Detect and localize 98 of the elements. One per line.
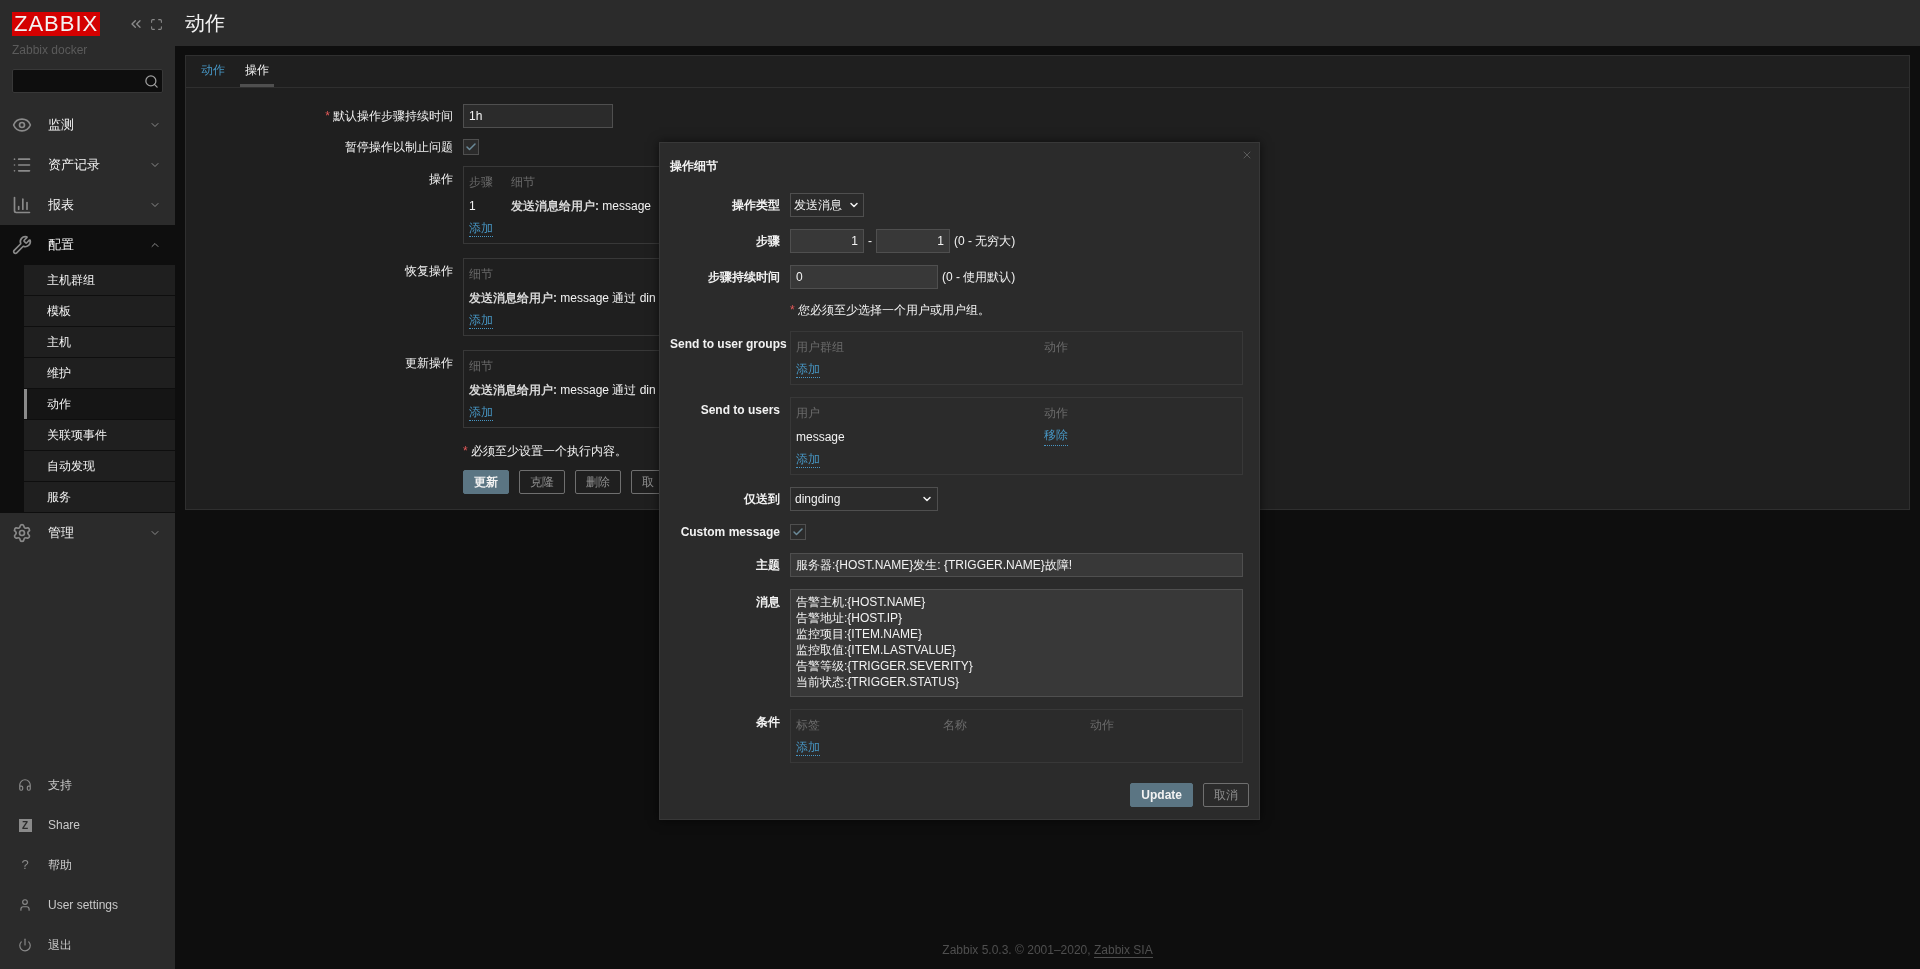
menu-item[interactable]: Z Share xyxy=(0,805,175,845)
field-label: 恢复操作 xyxy=(405,264,453,278)
search-icon[interactable] xyxy=(144,73,159,89)
user-icon xyxy=(18,898,32,912)
field-label: 操作类型 xyxy=(732,198,780,212)
add-link[interactable]: 添加 xyxy=(796,740,820,756)
close-icon[interactable] xyxy=(1241,149,1253,161)
menu-item[interactable]: User settings xyxy=(0,885,175,925)
gear-icon xyxy=(12,523,32,543)
add-link[interactable]: 添加 xyxy=(796,362,820,378)
field-label: 主题 xyxy=(756,558,780,572)
media-type-select[interactable]: dingding xyxy=(790,487,938,511)
secondary-button[interactable]: 删除 xyxy=(575,470,621,494)
checkbox[interactable] xyxy=(790,524,806,540)
column-header: 步骤 xyxy=(469,174,494,191)
field-label: 步骤持续时间 xyxy=(708,270,780,284)
submenu-item[interactable]: 关联项事件 xyxy=(24,420,175,450)
range-separator: - xyxy=(868,233,872,250)
table-cell-text: 发送消息给用户: message xyxy=(511,198,652,215)
field-label: Custom message xyxy=(680,525,780,539)
field-label: 操作 xyxy=(429,172,453,186)
add-link[interactable]: 添加 xyxy=(469,313,493,329)
submenu-item[interactable]: 主机 xyxy=(24,327,175,357)
hint-text: (0 - 使用默认) xyxy=(942,269,1016,286)
bar-chart-icon xyxy=(12,195,32,215)
step-from-field[interactable]: 1 xyxy=(790,229,864,253)
menu-item[interactable]: ? 帮助 xyxy=(0,845,175,885)
wrench-icon xyxy=(12,235,32,255)
field-label: Send to user groups xyxy=(670,337,787,351)
add-link[interactable]: 添加 xyxy=(469,221,493,237)
required-mark: * xyxy=(325,109,330,123)
logo: ZABBIX xyxy=(12,12,101,36)
menu-item[interactable]: 监测 xyxy=(0,105,175,145)
dialog-title: 操作细节 xyxy=(670,158,719,175)
column-header: 名称 xyxy=(943,717,968,734)
primary-button[interactable]: 更新 xyxy=(463,470,509,494)
submenu-item[interactable]: 模板 xyxy=(24,296,175,326)
table-cell-text: 发送消息给用户: message 通过 din xyxy=(469,290,656,307)
duration-field[interactable]: 1h xyxy=(463,104,613,128)
column-header: 用户 xyxy=(796,405,821,422)
checkbox[interactable] xyxy=(463,139,479,155)
subject-field[interactable]: 服务器:{HOST.NAME}发生: {TRIGGER.NAME}故障! xyxy=(790,553,1243,577)
field-label: * 默认操作步骤持续时间 xyxy=(325,109,453,123)
menu-item[interactable]: 退出 xyxy=(0,925,175,965)
add-link[interactable]: 添加 xyxy=(796,452,820,468)
table-cell-text: 发送消息给用户: message 通过 din xyxy=(469,382,656,399)
tab[interactable]: 操作 xyxy=(240,56,274,87)
field-label: 步骤 xyxy=(756,234,780,248)
step-duration-field[interactable]: 0 xyxy=(790,265,938,289)
footer-text: Zabbix 5.0.3. © 2001–2020, Zabbix SIA xyxy=(942,942,1153,959)
table-cell-text: 1 xyxy=(469,198,477,215)
search-field[interactable] xyxy=(12,69,163,93)
message-field[interactable]: 告警主机:{HOST.NAME} 告警地址:{HOST.IP} 监控项目:{ITEM.NAME} 监控取值:{ITEM.LASTVALUE} 告警等级:{TRIGGER.SEVERITY} 当前状态:{TRIGGER.STATUS} xyxy=(790,589,1243,697)
submenu-item[interactable]: 动作 xyxy=(24,389,175,419)
menu-item[interactable]: 管理 xyxy=(0,513,175,553)
add-link[interactable]: 添加 xyxy=(469,405,493,421)
power-icon xyxy=(18,938,32,952)
primary-button[interactable]: Update xyxy=(1130,783,1193,807)
remove-link[interactable]: 移除 xyxy=(1044,428,1068,446)
menu-item[interactable]: 配置 xyxy=(0,225,175,265)
eye-icon xyxy=(12,115,32,135)
kiosk-icon[interactable] xyxy=(150,17,163,31)
column-header: 细节 xyxy=(469,358,493,375)
step-to-field[interactable]: 1 xyxy=(876,229,950,253)
hint-text: (0 - 无穷大) xyxy=(954,233,1016,250)
menu-item[interactable]: 支持 xyxy=(0,765,175,805)
list-icon xyxy=(12,155,32,175)
submenu-item[interactable]: 服务 xyxy=(24,482,175,512)
required-mark: * xyxy=(463,443,468,460)
table-cell-text: message xyxy=(796,429,846,446)
check-icon xyxy=(465,141,477,153)
column-header: 用户群组 xyxy=(796,339,845,356)
check-icon xyxy=(792,526,804,538)
page-title: 动作 xyxy=(185,11,225,36)
required-mark: * xyxy=(790,302,795,319)
required-note: 您必须至少选择一个用户或用户组。 xyxy=(797,302,990,319)
operation-type-select[interactable]: 发送消息 xyxy=(790,193,864,217)
submenu-item[interactable]: 维护 xyxy=(24,358,175,388)
field-label: Send to users xyxy=(700,403,780,417)
field-label: 仅送到 xyxy=(744,492,780,506)
secondary-button[interactable]: 取消 xyxy=(1203,783,1249,807)
share-icon: Z xyxy=(18,818,32,832)
menu-item[interactable]: 报表 xyxy=(0,185,175,225)
column-header: 细节 xyxy=(511,174,535,191)
headset-icon xyxy=(18,778,32,792)
menu-item[interactable]: 资产记录 xyxy=(0,145,175,185)
help-icon: ? xyxy=(18,855,32,875)
submenu-item[interactable]: 主机群组 xyxy=(24,265,175,295)
column-header: 细节 xyxy=(469,266,493,283)
tab[interactable]: 动作 xyxy=(196,56,230,87)
field-label: 消息 xyxy=(756,595,780,609)
column-header: 标签 xyxy=(796,717,821,734)
field-label: 暂停操作以制止问题 xyxy=(345,140,453,154)
submenu-item[interactable]: 自动发现 xyxy=(24,451,175,481)
required-note: 必须至少设置一个执行内容。 xyxy=(470,443,627,460)
field-label: 条件 xyxy=(756,715,780,729)
secondary-button[interactable]: 克隆 xyxy=(519,470,565,494)
field-label: 更新操作 xyxy=(405,356,453,370)
